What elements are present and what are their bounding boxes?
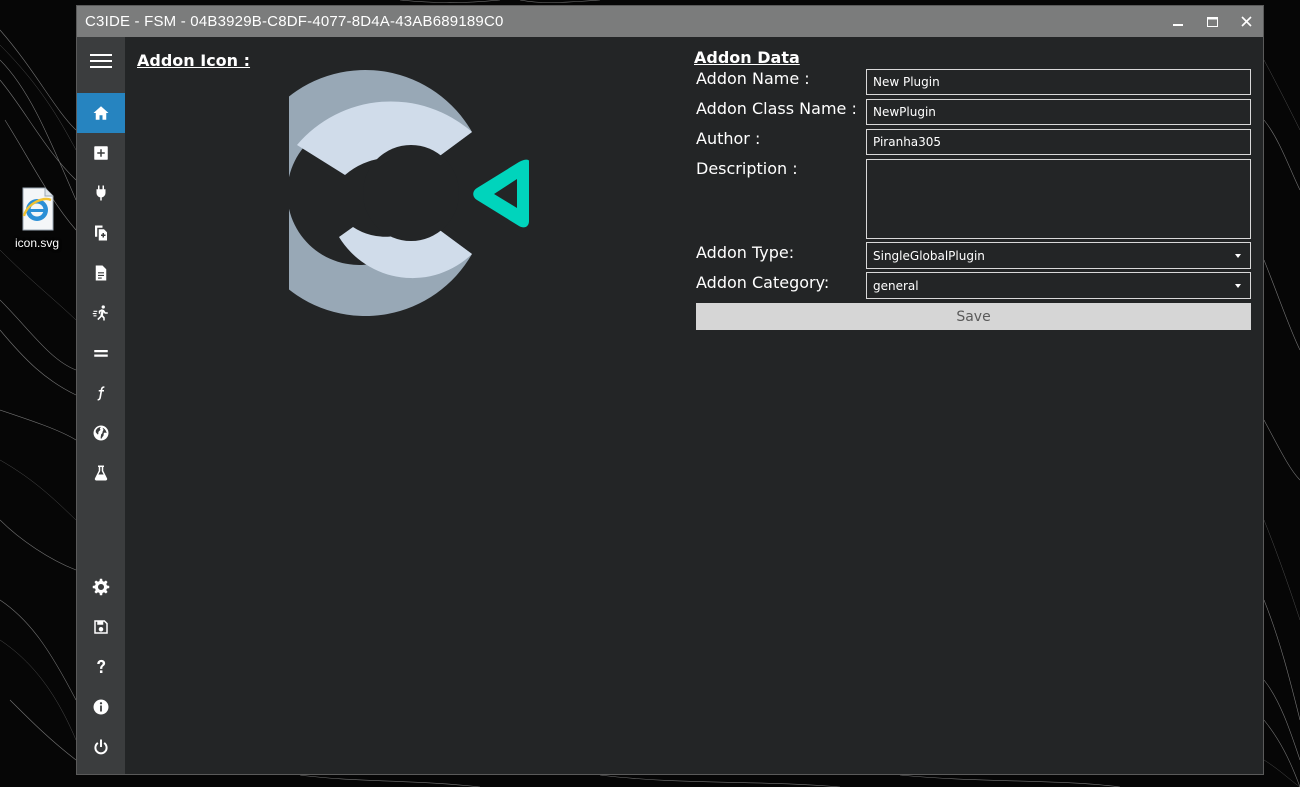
plus-square-icon <box>94 146 108 160</box>
flask-icon <box>94 465 108 481</box>
addon-type-label: Addon Type: <box>696 243 795 262</box>
chevron-down-icon <box>1235 254 1241 258</box>
sidebar-item-home[interactable] <box>77 93 125 133</box>
sidebar-item-settings[interactable] <box>77 567 125 607</box>
addon-type-select[interactable]: SingleGlobalPlugin <box>866 242 1251 269</box>
window-title: C3IDE - FSM - 04B3929B-C8DF-4077-8D4A-43… <box>85 13 504 30</box>
title-bar[interactable]: C3IDE - FSM - 04B3929B-C8DF-4077-8D4A-43… <box>77 6 1263 37</box>
globe-icon <box>93 425 109 441</box>
addon-category-value: general <box>873 279 919 293</box>
sidebar <box>77 37 125 774</box>
maximize-icon <box>1206 16 1218 27</box>
copy-icon <box>95 225 107 241</box>
hamburger-menu-icon <box>90 54 112 68</box>
sidebar-item-copy[interactable] <box>77 213 125 253</box>
sidebar-item-exit[interactable] <box>77 727 125 767</box>
sidebar-item-file[interactable] <box>77 253 125 293</box>
chevron-down-icon <box>1235 284 1241 288</box>
addon-class-name-input[interactable]: NewPlugin <box>866 99 1251 125</box>
close-icon <box>1240 16 1252 27</box>
gear-icon <box>92 578 110 596</box>
save-button[interactable]: Save <box>696 303 1251 330</box>
addon-logo-icon[interactable] <box>289 67 539 319</box>
maximize-button[interactable] <box>1195 6 1229 37</box>
minimize-button[interactable] <box>1161 6 1195 37</box>
minimize-icon <box>1173 23 1183 26</box>
description-label: Description : <box>696 159 798 178</box>
sidebar-item-conditions[interactable] <box>77 333 125 373</box>
author-label: Author : <box>696 129 761 148</box>
sidebar-item-test[interactable] <box>77 453 125 493</box>
sidebar-item-help[interactable] <box>77 647 125 687</box>
app-window: C3IDE - FSM - 04B3929B-C8DF-4077-8D4A-43… <box>76 5 1264 775</box>
sidebar-item-plugin[interactable] <box>77 173 125 213</box>
floppy-disk-icon <box>94 620 108 634</box>
desktop-file-icon-svg[interactable]: icon.svg <box>8 186 66 250</box>
document-icon <box>95 265 107 281</box>
addon-type-value: SingleGlobalPlugin <box>873 249 985 263</box>
close-button[interactable] <box>1229 6 1263 37</box>
desktop-icon-label: icon.svg <box>14 236 60 250</box>
power-icon <box>94 739 108 755</box>
addon-category-label: Addon Category: <box>696 273 830 292</box>
description-textarea[interactable] <box>866 159 1251 239</box>
addon-data-title: Addon Data <box>694 48 800 67</box>
sidebar-item-save[interactable] <box>77 607 125 647</box>
running-person-icon <box>92 305 108 321</box>
function-icon <box>97 386 105 401</box>
equals-icon <box>94 350 108 357</box>
sidebar-item-actions[interactable] <box>77 293 125 333</box>
addon-class-name-label: Addon Class Name : <box>696 99 857 118</box>
author-input[interactable]: Piranha305 <box>866 129 1251 155</box>
info-icon <box>93 699 109 715</box>
sidebar-item-about[interactable] <box>77 687 125 727</box>
sidebar-item-expressions[interactable] <box>77 373 125 413</box>
question-mark-icon <box>97 659 106 673</box>
addon-name-input[interactable]: New Plugin <box>866 69 1251 95</box>
internet-explorer-file-icon <box>17 186 57 232</box>
sidebar-item-language[interactable] <box>77 413 125 453</box>
sidebar-item-menu[interactable] <box>77 41 125 81</box>
addon-category-select[interactable]: general <box>866 272 1251 299</box>
addon-icon-title: Addon Icon : <box>137 51 251 70</box>
sidebar-item-add[interactable] <box>77 133 125 173</box>
home-icon <box>93 106 109 120</box>
addon-name-label: Addon Name : <box>696 69 810 88</box>
plug-icon <box>96 185 106 201</box>
main-content: Addon Icon : Addon Data Addon Name : New… <box>125 37 1263 774</box>
